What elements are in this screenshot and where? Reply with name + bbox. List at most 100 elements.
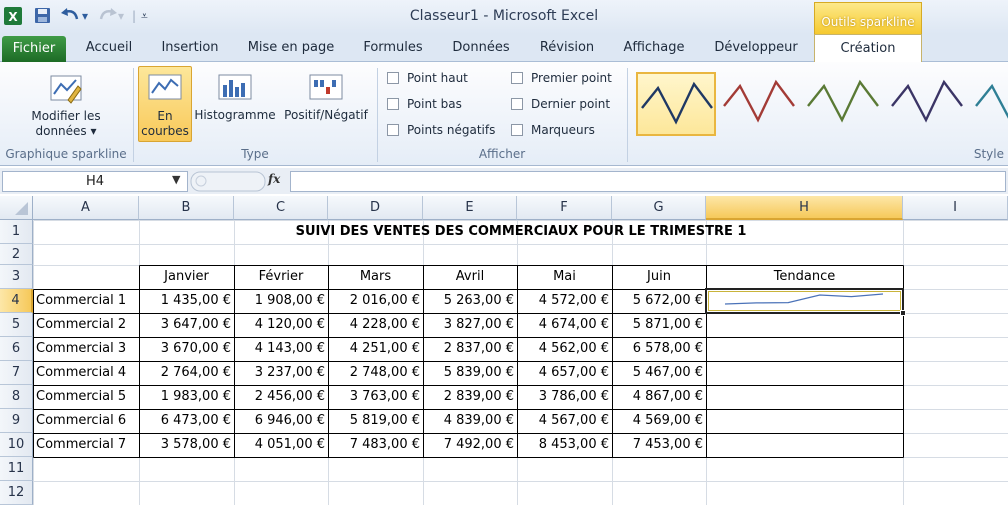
name-cell[interactable]: Commercial 6	[33, 409, 139, 433]
name-cell[interactable]: Commercial 4	[33, 361, 139, 385]
header-cell[interactable]: Janvier	[139, 265, 234, 289]
formula-bar-handle-icon[interactable]	[190, 171, 266, 192]
value-cell[interactable]: 6 473,00 €	[139, 409, 234, 433]
edit-data-button[interactable]: Modifier les données ▾	[14, 72, 118, 139]
value-cell[interactable]: 4 867,00 €	[612, 385, 706, 409]
value-cell[interactable]: 3 786,00 €	[517, 385, 612, 409]
style-swatch-5[interactable]	[972, 72, 1008, 136]
value-cell[interactable]: 4 562,00 €	[517, 337, 612, 361]
checkbox-box[interactable]	[511, 97, 523, 110]
value-cell[interactable]: 3 763,00 €	[328, 385, 423, 409]
checkbox-high-point[interactable]: Point haut	[387, 69, 468, 87]
type-line-button[interactable]: En courbes	[138, 66, 192, 142]
name-cell[interactable]: Commercial 1	[33, 289, 139, 313]
value-cell[interactable]: 4 143,00 €	[234, 337, 328, 361]
value-cell[interactable]: 3 670,00 €	[139, 337, 234, 361]
edit-data-icon	[50, 75, 82, 104]
value-cell[interactable]: 8 453,00 €	[517, 433, 612, 457]
value-cell[interactable]: 4 839,00 €	[423, 409, 517, 433]
fill-handle[interactable]	[900, 310, 906, 316]
value-cell[interactable]: 5 467,00 €	[612, 361, 706, 385]
tab-donnees[interactable]: Données	[442, 34, 520, 62]
value-cell[interactable]: 3 827,00 €	[423, 313, 517, 337]
insert-function-icon[interactable]: fx	[268, 172, 280, 186]
value-cell[interactable]: 2 839,00 €	[423, 385, 517, 409]
value-cell[interactable]: 1 983,00 €	[139, 385, 234, 409]
value-cell[interactable]: 5 263,00 €	[423, 289, 517, 313]
value-cell[interactable]: 5 819,00 €	[328, 409, 423, 433]
style-swatch-3[interactable]	[804, 72, 884, 136]
formula-input[interactable]	[290, 171, 1006, 192]
checkbox-label: Point bas	[407, 97, 462, 111]
value-cell[interactable]: 2 764,00 €	[139, 361, 234, 385]
value-cell[interactable]: 4 657,00 €	[517, 361, 612, 385]
value-cell[interactable]: 6 946,00 €	[234, 409, 328, 433]
value-cell[interactable]: 7 453,00 €	[612, 433, 706, 457]
type-histogram-button[interactable]: Histogramme	[194, 71, 276, 123]
checkbox-box[interactable]	[387, 123, 399, 136]
checkbox-box[interactable]	[511, 123, 523, 136]
checkbox-box[interactable]	[387, 71, 399, 84]
tab-revision[interactable]: Révision	[528, 34, 606, 62]
tab-creation[interactable]: Création	[814, 34, 922, 63]
checkbox-negative-points[interactable]: Points négatifs	[387, 121, 495, 139]
checkbox-first-point[interactable]: Premier point	[511, 69, 612, 87]
worksheet-grid[interactable]: A B C D E F G H I 1 2 3 4 5 6 7 8 9 10 1…	[0, 196, 1008, 505]
value-cell[interactable]: 6 578,00 €	[612, 337, 706, 361]
value-cell[interactable]: 4 251,00 €	[328, 337, 423, 361]
tab-affichage[interactable]: Affichage	[614, 34, 694, 62]
value-cell[interactable]: 2 456,00 €	[234, 385, 328, 409]
name-cell[interactable]: Commercial 3	[33, 337, 139, 361]
header-cell-trend[interactable]: Tendance	[706, 265, 903, 289]
tab-accueil[interactable]: Accueil	[74, 34, 144, 62]
title-bar: X ▾ ▾ | ⩡ Classeur1 - Microsoft Excel Ou…	[0, 0, 1008, 34]
header-cell[interactable]: Février	[234, 265, 328, 289]
value-cell[interactable]: 1 435,00 €	[139, 289, 234, 313]
tab-formules[interactable]: Formules	[354, 34, 432, 62]
type-winloss-button[interactable]: Positif/Négatif	[280, 71, 372, 123]
tab-fichier[interactable]: Fichier	[2, 36, 66, 62]
checkbox-low-point[interactable]: Point bas	[387, 95, 462, 113]
active-cell-h4[interactable]	[705, 288, 906, 316]
name-cell[interactable]: Commercial 7	[33, 433, 139, 457]
header-cell[interactable]: Avril	[423, 265, 517, 289]
checkbox-markers[interactable]: Marqueurs	[511, 121, 595, 139]
group-label-style: Style	[973, 147, 1004, 161]
value-cell[interactable]: 4 051,00 €	[234, 433, 328, 457]
checkbox-last-point[interactable]: Dernier point	[511, 95, 610, 113]
value-cell[interactable]: 3 647,00 €	[139, 313, 234, 337]
value-cell[interactable]: 4 572,00 €	[517, 289, 612, 313]
sheet-title[interactable]: SUIVI DES VENTES DES COMMERCIAUX POUR LE…	[139, 220, 903, 244]
value-cell[interactable]: 2 016,00 €	[328, 289, 423, 313]
value-cell[interactable]: 3 237,00 €	[234, 361, 328, 385]
header-cell[interactable]: Mars	[328, 265, 423, 289]
header-cell[interactable]: Juin	[612, 265, 706, 289]
tab-developpeur[interactable]: Développeur	[704, 34, 808, 62]
value-cell[interactable]: 4 674,00 €	[517, 313, 612, 337]
name-box[interactable]: H4	[2, 171, 188, 192]
value-cell[interactable]: 4 120,00 €	[234, 313, 328, 337]
value-cell[interactable]: 7 492,00 €	[423, 433, 517, 457]
style-swatch-1[interactable]	[636, 72, 716, 136]
style-swatch-4[interactable]	[888, 72, 968, 136]
header-cell[interactable]: Mai	[517, 265, 612, 289]
value-cell[interactable]: 5 871,00 €	[612, 313, 706, 337]
value-cell[interactable]: 7 483,00 €	[328, 433, 423, 457]
name-cell[interactable]: Commercial 2	[33, 313, 139, 337]
style-swatch-2[interactable]	[720, 72, 800, 136]
value-cell[interactable]: 5 839,00 €	[423, 361, 517, 385]
value-cell[interactable]: 4 567,00 €	[517, 409, 612, 433]
value-cell[interactable]: 4 569,00 €	[612, 409, 706, 433]
tab-mise-en-page[interactable]: Mise en page	[238, 34, 344, 62]
value-cell[interactable]: 3 578,00 €	[139, 433, 234, 457]
value-cell[interactable]: 2 837,00 €	[423, 337, 517, 361]
name-box-dropdown-icon[interactable]: ▼	[172, 173, 180, 186]
checkbox-box[interactable]	[511, 71, 523, 84]
tab-insertion[interactable]: Insertion	[150, 34, 230, 62]
checkbox-box[interactable]	[387, 97, 399, 110]
value-cell[interactable]: 1 908,00 €	[234, 289, 328, 313]
value-cell[interactable]: 2 748,00 €	[328, 361, 423, 385]
value-cell[interactable]: 4 228,00 €	[328, 313, 423, 337]
name-cell[interactable]: Commercial 5	[33, 385, 139, 409]
value-cell[interactable]: 5 672,00 €	[612, 289, 706, 313]
